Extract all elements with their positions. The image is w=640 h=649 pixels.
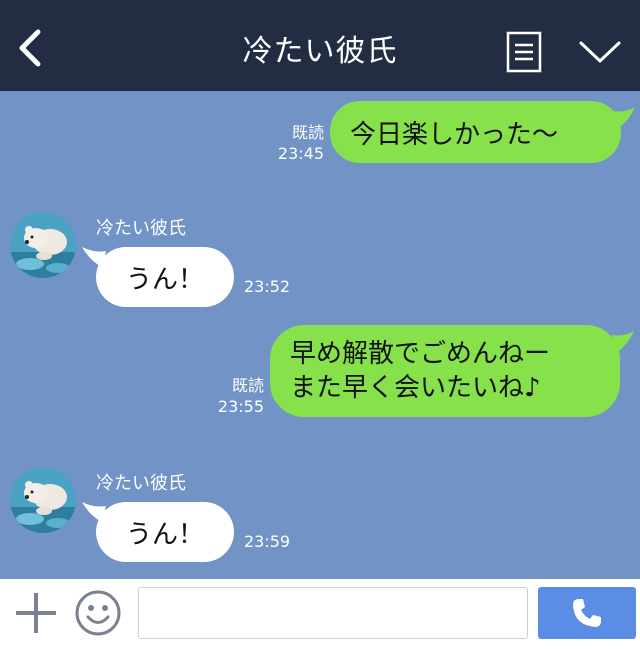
message-text: うん！	[125, 519, 204, 550]
sender-name: 冷たい彼氏	[96, 218, 186, 239]
message-text-line: また早く会いたいね♪	[290, 373, 541, 403]
bubble-tail	[82, 502, 106, 522]
phone-icon	[573, 599, 601, 627]
bubble-tail	[613, 107, 635, 129]
sender-name: 冷たい彼氏	[96, 473, 186, 494]
bubble-tail	[82, 247, 106, 267]
message-text: うん！	[125, 264, 204, 295]
polar-bear-avatar	[10, 467, 76, 533]
polar-bear-avatar	[10, 212, 76, 278]
sent-message-bubble[interactable]: 早め解散でごめんねー また早く会いたいね♪	[270, 325, 634, 417]
message-time: 23:55	[217, 397, 264, 416]
plus-icon[interactable]	[14, 591, 58, 635]
message-meta: 既読 23:55	[208, 375, 264, 417]
bubble-tail	[612, 331, 634, 353]
message-time: 23:59	[244, 532, 291, 551]
smiley-icon[interactable]	[74, 589, 122, 637]
chevron-down-icon[interactable]	[578, 38, 622, 66]
call-button[interactable]	[538, 587, 636, 639]
avatar[interactable]	[10, 212, 76, 278]
received-message-bubble[interactable]: うん！	[82, 247, 234, 307]
message-time: 23:45	[277, 144, 324, 163]
note-list-icon[interactable]	[506, 31, 542, 73]
message-text-line: 早め解散でごめんねー	[290, 339, 551, 369]
message-text: 今日楽しかった〜	[350, 119, 559, 150]
chat-title: 冷たい彼氏	[242, 34, 398, 69]
avatar[interactable]	[10, 467, 76, 533]
message-time: 23:52	[244, 277, 291, 296]
sent-message-bubble[interactable]: 今日楽しかった〜	[330, 101, 635, 163]
message-meta: 既読 23:45	[268, 122, 324, 164]
chat-area[interactable]: 既読 23:45 今日楽しかった〜 冷たい彼氏 うん！ 23:52 既読 23:…	[0, 91, 640, 579]
received-message-bubble[interactable]: うん！	[82, 502, 234, 562]
read-label: 既読	[231, 376, 264, 395]
message-input[interactable]	[138, 587, 528, 639]
read-label: 既読	[291, 123, 324, 142]
chat-header: 冷たい彼氏	[0, 0, 640, 91]
